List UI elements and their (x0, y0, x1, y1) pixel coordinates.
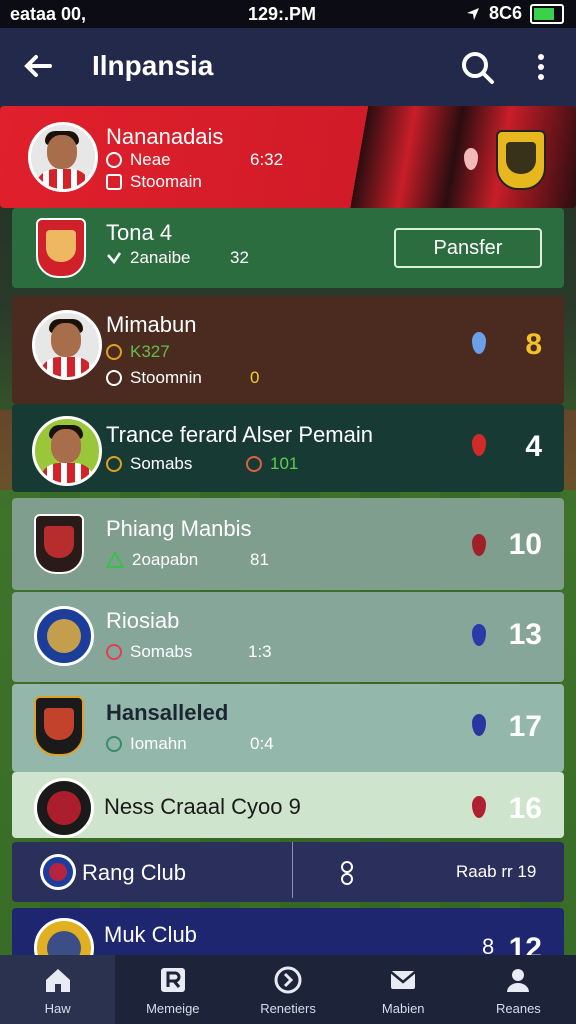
carrier-label: eataa 00, (10, 4, 87, 24)
list-item[interactable]: Mimabun K327 Stoomnin 0 8 (12, 296, 564, 404)
club-crest (34, 696, 84, 756)
player-value: 0 (250, 368, 260, 387)
club-name: Phiang Manbis (106, 516, 252, 541)
home-icon (45, 969, 70, 992)
player-detail-2: Stoomain (130, 172, 202, 191)
crest-small-icon (106, 344, 122, 360)
club-crest (34, 606, 94, 666)
shield-icon (106, 370, 122, 386)
club-value: Raab rr 19 (456, 862, 537, 881)
battery-percent: 8C6 (488, 3, 522, 23)
more-options-icon[interactable] (530, 52, 552, 82)
nav-transfers[interactable]: Renetiers (230, 955, 345, 1024)
score-value: 4 (525, 430, 542, 463)
club-name: Muk Club (104, 922, 197, 947)
club-name: Hansalleled (106, 700, 229, 725)
triangle-icon (106, 552, 124, 568)
player-name: Mimabun (106, 312, 197, 337)
score-value: 13 (508, 618, 542, 651)
list-item[interactable]: Phiang Manbis 2oapabn 81 10 (12, 498, 564, 590)
nav-messages[interactable]: Memeige (115, 955, 230, 1024)
club-name: Ness Craaal Cyoo 9 (104, 794, 301, 819)
club-name: Riosiab (106, 608, 180, 633)
player-name: Nananadais (106, 124, 224, 149)
target-icon (106, 644, 122, 660)
club-detail: Iomahn (130, 734, 187, 753)
list-item[interactable]: Tona 4 2anaibe 32 Pansfer (12, 208, 564, 288)
nav-matches[interactable]: Mabien (346, 955, 461, 1024)
bottom-navigation: Haw Memeige Renetiers Mabien Reanes (0, 955, 576, 1024)
club-detail: 2anaibe (130, 248, 191, 267)
score-value: 16 (508, 792, 542, 825)
club-crest (34, 514, 84, 574)
refresh-icon (106, 736, 122, 752)
position-icon (106, 152, 122, 168)
club-name: Tona 4 (106, 220, 173, 245)
page-title: Ilnpansia (92, 50, 214, 81)
check-icon (107, 252, 122, 265)
score-value: 10 (508, 528, 542, 561)
back-arrow-icon[interactable] (20, 48, 56, 84)
club-detail: 2oapabn (132, 550, 199, 569)
clock: 129:.PM (248, 4, 317, 24)
club-value: 81 (250, 550, 269, 569)
location-icon (466, 7, 479, 20)
divider (292, 842, 293, 898)
nav-home-label: Haw (44, 1001, 71, 1016)
list-item[interactable]: Nananadais Neae 6:32 Stoomain (0, 106, 576, 208)
trend-icon (246, 456, 262, 472)
club-detail: Somabs (130, 642, 193, 661)
message-icon (160, 968, 185, 992)
club-crest (34, 778, 94, 838)
mail-icon (390, 971, 417, 989)
battery-icon (530, 3, 564, 24)
player-value: 101 (270, 454, 299, 473)
nav-matches-label: Mabien (381, 1001, 425, 1016)
transfer-button[interactable]: Pansfer (394, 228, 542, 268)
club-value: 32 (230, 248, 249, 267)
player-name: Trance ferard Alser Pemain (106, 422, 373, 447)
nav-transfers-label: Renetiers (260, 1001, 316, 1016)
player-avatar (32, 310, 102, 380)
stadium-icon (106, 174, 122, 190)
nav-profile[interactable]: Reanes (461, 955, 576, 1024)
list-item[interactable]: Rang Club Raab rr 19 (12, 842, 564, 902)
player-detail: K327 (130, 342, 170, 361)
club-crest (36, 218, 86, 278)
club-value: 0:4 (250, 734, 274, 753)
search-icon[interactable] (460, 50, 496, 86)
player-avatar (28, 122, 98, 192)
arrow-circle-icon (274, 966, 302, 994)
score-value: 8 (525, 328, 542, 361)
list-item[interactable]: Trance ferard Alser Pemain Somabs 101 4 (12, 404, 564, 492)
player-detail: Somabs (130, 454, 193, 473)
profile-icon (507, 969, 530, 992)
list-item[interactable]: Hansalleled Iomahn 0:4 17 (12, 684, 564, 772)
rating-icon (464, 148, 478, 170)
nav-home[interactable]: Haw (0, 955, 116, 1024)
list-item[interactable]: Riosiab Somabs 1:3 13 (12, 592, 564, 682)
score-value: 17 (508, 710, 542, 743)
club-name: Rang Club (82, 860, 186, 885)
status-bar: eataa 00, 129:.PM 8C6 (0, 0, 576, 28)
location-pin-icon (341, 861, 353, 885)
nav-profile-label: Reanes (496, 1001, 541, 1016)
player-detail: Neae (130, 150, 171, 169)
list-item[interactable]: Ness Craaal Cyoo 9 16 (12, 772, 564, 838)
time-value: 6:32 (250, 150, 284, 169)
club-crest (496, 130, 546, 190)
player-detail-2: Stoomnin (130, 368, 202, 387)
crest-small-icon (106, 456, 122, 472)
app-bar: Ilnpansia (0, 28, 576, 106)
player-avatar (32, 416, 102, 486)
club-value: 1:3 (248, 642, 272, 661)
club-crest (40, 854, 76, 890)
nav-messages-label: Memeige (146, 1001, 200, 1016)
